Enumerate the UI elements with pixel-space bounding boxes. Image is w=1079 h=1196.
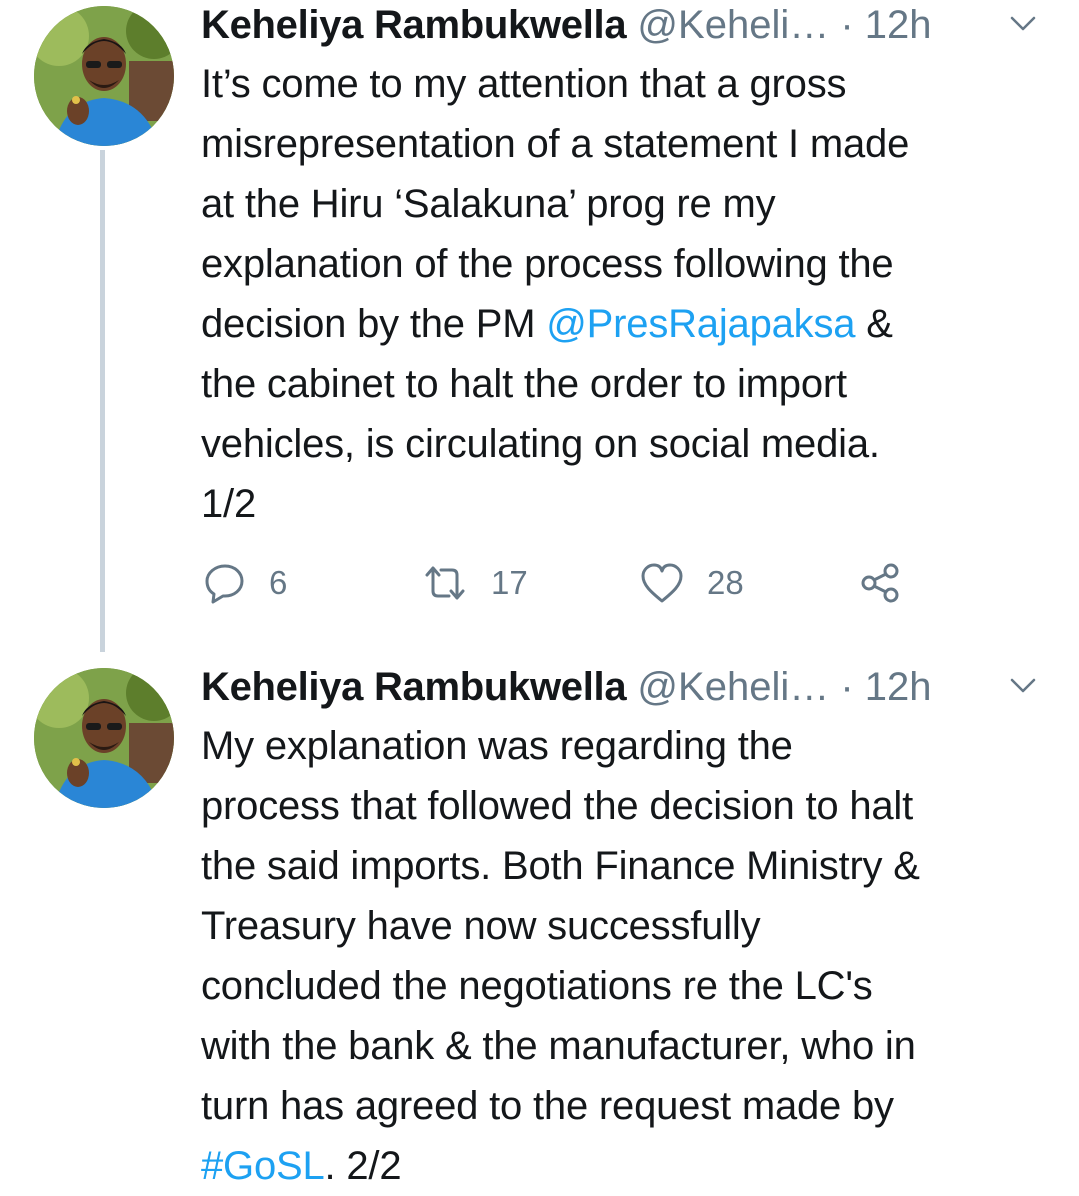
reply-count: 6 — [269, 564, 288, 601]
tweet-text-line: the said imports. Both Finance Ministry … — [201, 844, 920, 888]
tweet-text-segment: decision by the PM — [201, 302, 547, 346]
thread-connector-line — [100, 150, 105, 652]
heart-icon — [641, 563, 683, 603]
separator-dot: · — [840, 3, 854, 47]
chevron-down-icon[interactable] — [1009, 14, 1037, 34]
author-handle[interactable]: @Keheli… — [637, 665, 829, 709]
retweet-icon — [425, 566, 465, 600]
tweet-text-line: turn has agreed to the request made by — [201, 1084, 894, 1128]
tweet-text-line: explanation of the process following the — [201, 242, 894, 286]
avatar[interactable] — [34, 668, 174, 808]
chevron-down-icon[interactable] — [1009, 676, 1037, 696]
tweet-text-line: misrepresentation of a statement I made — [201, 122, 910, 166]
separator-dot: · — [840, 665, 854, 709]
tweet-text-line: the cabinet to halt the order to import — [201, 362, 847, 406]
author-name[interactable]: Keheliya Rambukwella — [201, 665, 627, 709]
tweet-2[interactable]: Keheliya Rambukwella @Keheli… · 12h My e… — [0, 662, 1079, 1188]
tweet-actions: 6 17 28 — [203, 558, 923, 608]
tweet-text-line: vehicles, is circulating on social media… — [201, 422, 880, 466]
tweet-text-line: My explanation was regarding the — [201, 724, 793, 768]
profile-photo-icon — [34, 668, 174, 808]
tweet-text-line: Treasury have now successfully — [201, 904, 761, 948]
tweet-text: It’s come to my attention that a gross m… — [201, 54, 1051, 534]
like-button[interactable]: 28 — [639, 558, 744, 608]
tweet-header: Keheliya Rambukwella @Keheli… · 12h — [201, 662, 1049, 712]
mention-link[interactable]: @PresRajapaksa — [546, 302, 855, 346]
tweet-text-line: It’s come to my attention that a gross — [201, 62, 847, 106]
reply-button[interactable]: 6 — [203, 558, 287, 608]
tweet-text-line: 1/2 — [201, 482, 257, 526]
like-count: 28 — [707, 564, 744, 601]
tweet-1[interactable]: Keheliya Rambukwella @Keheli… · 12h It’s… — [0, 0, 1079, 652]
tweet-text-line: with the bank & the manufacturer, who in — [201, 1024, 916, 1068]
tweet-text-line: concluded the negotiations re the LC's — [201, 964, 873, 1008]
author-name[interactable]: Keheliya Rambukwella — [201, 3, 627, 47]
tweet-text-line: decision by the PM @PresRajapaksa & — [201, 294, 1051, 354]
author-handle[interactable]: @Keheli… — [637, 3, 829, 47]
avatar[interactable] — [34, 6, 174, 146]
profile-photo-icon — [34, 6, 174, 146]
reply-icon — [205, 564, 244, 604]
tweet-text: My explanation was regarding the process… — [201, 716, 1051, 1196]
tweet-text-segment: . 2/2 — [324, 1144, 402, 1188]
retweet-button[interactable]: 17 — [421, 558, 528, 608]
tweet-text-line: process that followed the decision to ha… — [201, 784, 914, 828]
timestamp[interactable]: 12h — [865, 3, 932, 47]
tweet-text-segment: & — [855, 302, 893, 346]
share-icon — [861, 563, 899, 603]
hashtag-link[interactable]: #GoSL — [201, 1144, 325, 1188]
retweet-count: 17 — [491, 564, 528, 601]
share-button[interactable] — [859, 558, 903, 608]
tweet-text-line: at the Hiru ‘Salakuna’ prog re my — [201, 182, 776, 226]
tweet-text-line: #GoSL. 2/2 — [201, 1136, 1051, 1196]
timestamp[interactable]: 12h — [865, 665, 932, 709]
tweet-header: Keheliya Rambukwella @Keheli… · 12h — [201, 0, 1049, 50]
